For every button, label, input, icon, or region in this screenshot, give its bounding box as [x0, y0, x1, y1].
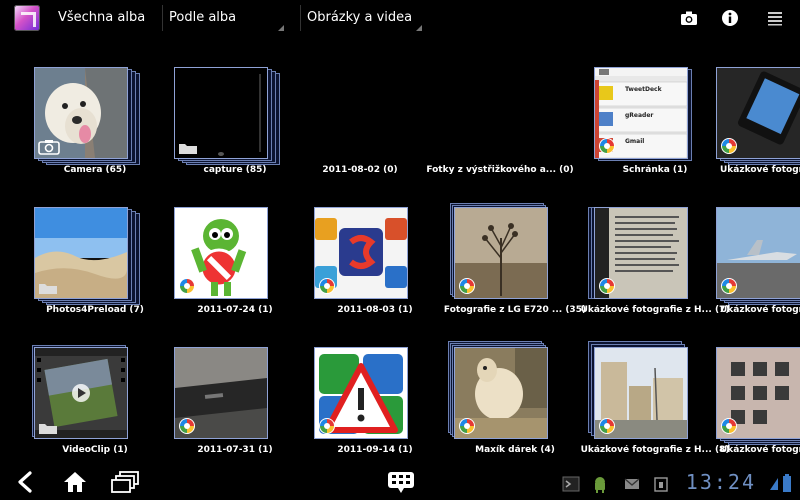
album-thumbnail [174, 67, 268, 159]
album-thumbnail: TweetDeck gReader Gmail [594, 67, 688, 159]
album-ukazkove-3[interactable]: Ukázkové fotografie [716, 207, 800, 332]
album-thumbnail [34, 207, 128, 299]
picasa-icon [721, 278, 737, 294]
terminal-notification-icon[interactable] [562, 476, 580, 492]
folder-icon [39, 284, 57, 294]
album-2011-08-02-label[interactable]: 2011-08-02 (0) [285, 165, 435, 175]
album-label: VideoClip (1) [62, 445, 128, 455]
spinner-divider [162, 5, 163, 31]
picasa-icon [721, 138, 737, 154]
recent-apps-icon[interactable] [110, 470, 140, 494]
album-label: Maxík dárek (4) [475, 445, 555, 455]
home-icon[interactable] [62, 470, 88, 494]
album-ukazkove-2[interactable]: Ukázkové fotografie z H... (7) [581, 207, 729, 332]
status-clock[interactable]: 13:24 [686, 470, 756, 494]
album-thumbnail [716, 207, 800, 299]
clipboard-item: TweetDeck [625, 86, 662, 93]
android-notification-icon[interactable] [592, 476, 608, 494]
calendar-notification-icon[interactable] [654, 476, 668, 492]
gallery-app-icon[interactable] [14, 5, 40, 31]
album-thumbnail [314, 207, 408, 299]
album-thumbnail [174, 347, 268, 439]
album-label: Ukázkové fotografie [720, 305, 800, 315]
album-maxik-darek[interactable]: Maxík dárek (4) [448, 341, 574, 472]
album-label: Photos4Preload (7) [46, 305, 144, 315]
picasa-icon [459, 278, 475, 294]
album-label: 2011-07-24 (1) [197, 305, 273, 315]
picasa-icon [179, 278, 195, 294]
album-ukazkove-4[interactable]: Ukázkové fotografie z H... (8) [581, 341, 729, 472]
album-label: Fotografie z LG E720 ... (35) [443, 305, 587, 315]
album-label: 2011-08-03 (1) [337, 305, 413, 315]
system-bar: 13:24 [0, 464, 800, 500]
picasa-icon [599, 418, 615, 434]
album-2011-07-24[interactable]: 2011-07-24 (1) [174, 207, 294, 332]
album-thumbnail [716, 347, 800, 439]
clipboard-item: gReader [625, 112, 654, 119]
camera-icon[interactable] [679, 8, 699, 28]
album-thumbnail [174, 207, 268, 299]
album-capture[interactable]: capture (85) [174, 67, 294, 192]
album-thumbnail [314, 347, 408, 439]
menu-icon[interactable] [765, 8, 785, 28]
album-camera[interactable]: Camera (65) [34, 67, 154, 192]
picasa-icon [599, 138, 615, 154]
album-ukazkove-5[interactable]: Ukázkové fotografie [716, 347, 800, 472]
mail-notification-icon[interactable] [624, 478, 640, 490]
media-filter-label: Obrázky a videa [307, 10, 413, 25]
album-fotky-label[interactable]: Fotky z výstřižkového a... (0) [425, 165, 575, 175]
battery-icon [783, 474, 791, 492]
picasa-icon [721, 418, 737, 434]
picasa-icon [319, 418, 335, 434]
album-label: Ukázkové fotografie [720, 445, 800, 455]
album-thumbnail [34, 347, 128, 439]
action-bar: Všechna alba Podle alba Obrázky a videa [0, 0, 800, 36]
album-thumbnail [716, 67, 800, 159]
apps-grid-icon[interactable] [387, 470, 415, 496]
album-label: Ukázkové fotografie [720, 165, 800, 175]
album-schranka[interactable]: TweetDeck gReader Gmail Schránka (1) [594, 67, 714, 192]
album-videoclip[interactable]: VideoClip (1) [32, 345, 154, 472]
folder-icon [39, 424, 57, 434]
camera-icon [38, 140, 60, 155]
album-thumbnail [594, 207, 688, 299]
album-label: 2011-07-31 (1) [197, 445, 273, 455]
picasa-icon [459, 418, 475, 434]
album-thumbnail [454, 207, 548, 299]
album-label: 2011-09-14 (1) [337, 445, 413, 455]
album-ukazkove-1[interactable]: Ukázkové fotografie [716, 67, 800, 192]
picasa-icon [599, 278, 615, 294]
picasa-icon [319, 278, 335, 294]
back-arrow-icon[interactable] [14, 470, 36, 494]
album-photos4preload[interactable]: Photos4Preload (7) [34, 207, 154, 332]
spinner-divider [300, 5, 301, 31]
album-fotografie-lg[interactable]: Fotografie z LG E720 ... (35) [444, 203, 586, 332]
picasa-icon [179, 418, 195, 434]
media-filter-spinner[interactable]: Obrázky a videa [300, 5, 422, 31]
album-thumbnail [454, 347, 548, 439]
group-by-spinner[interactable]: Podle alba [162, 5, 284, 31]
group-by-label: Podle alba [169, 10, 237, 25]
all-albums-title[interactable]: Všechna alba [58, 10, 145, 25]
album-thumbnail [34, 67, 128, 159]
album-label: Camera (65) [63, 165, 127, 175]
album-2011-08-03[interactable]: 2011-08-03 (1) [314, 207, 434, 332]
spinner-indicator-icon [278, 25, 284, 31]
wifi-signal-icon [770, 478, 778, 490]
clipboard-item: Gmail [625, 138, 645, 145]
album-thumbnail [594, 347, 688, 439]
folder-icon [179, 144, 197, 154]
album-2011-09-14[interactable]: 2011-09-14 (1) [314, 347, 434, 472]
info-icon[interactable] [720, 8, 740, 28]
spinner-indicator-icon [416, 25, 422, 31]
album-2011-07-31[interactable]: 2011-07-31 (1) [174, 347, 294, 472]
